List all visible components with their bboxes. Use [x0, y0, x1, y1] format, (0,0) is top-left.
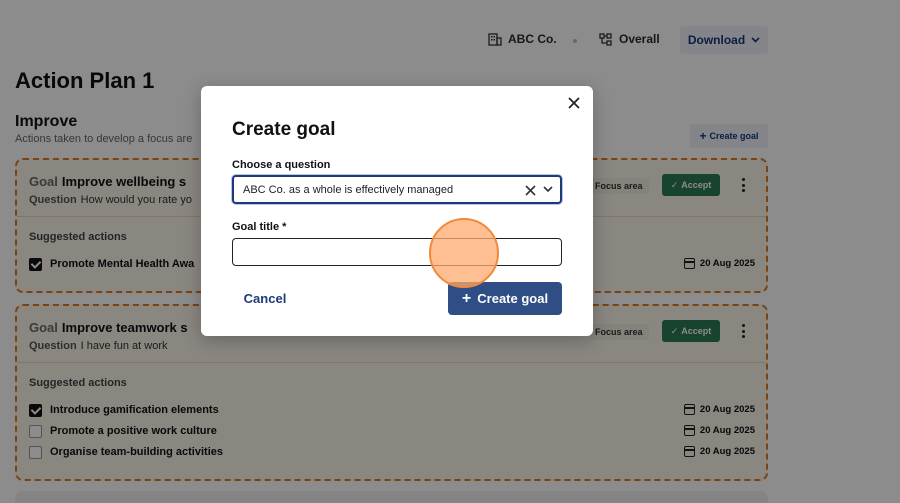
close-icon[interactable]	[567, 96, 581, 110]
question-select[interactable]: ABC Co. as a whole is effectively manage…	[232, 175, 562, 204]
dialog-title: Create goal	[232, 119, 336, 140]
question-field-label: Choose a question	[232, 159, 331, 171]
clear-icon[interactable]	[524, 183, 536, 197]
goal-title-label: Goal title *	[232, 221, 287, 233]
create-goal-dialog: Create goal Choose a question ABC Co. as…	[201, 86, 593, 336]
plus-icon: +	[461, 289, 472, 307]
cancel-button[interactable]: Cancel	[232, 284, 298, 312]
goal-title-input[interactable]	[232, 238, 562, 266]
chevron-down-icon[interactable]	[543, 184, 553, 194]
create-goal-submit-label: Create goal	[477, 291, 549, 306]
question-select-value: ABC Co. as a whole is effectively manage…	[243, 184, 454, 196]
create-goal-submit-button[interactable]: + Create goal	[448, 282, 562, 315]
